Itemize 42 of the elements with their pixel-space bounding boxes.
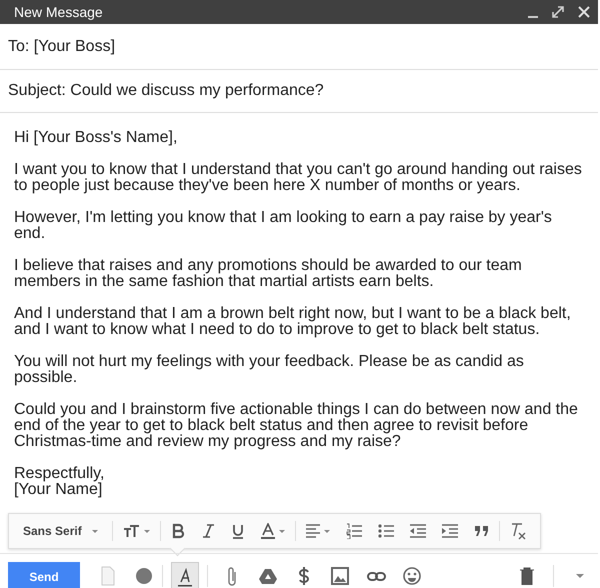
send-button[interactable]: Send [8, 562, 80, 588]
message-paragraph: Could you and I brainstorm five actionable things I can do between now and the end of the year to get to black belt status and then agree to revisit before Christmas-time and review my progress and my raise? [14, 402, 579, 450]
subject-field[interactable]: Subject: Could we discuss my performance? [0, 70, 598, 113]
align-icon[interactable] [306, 523, 320, 539]
caret-icon [92, 530, 98, 532]
drive-icon[interactable] [259, 568, 277, 584]
caret-icon[interactable] [144, 530, 150, 532]
bold-icon[interactable] [170, 523, 185, 539]
image-icon[interactable] [331, 567, 349, 585]
window-title: New Message [14, 4, 104, 20]
indent-less-icon[interactable] [410, 523, 426, 539]
text-color-icon[interactable] [260, 523, 275, 539]
message-paragraph: Respectfully, [Your Name] [14, 466, 106, 498]
clear-formatting-icon[interactable] [510, 522, 526, 540]
message-paragraph: You will not hurt my feelings with your feedback. Please be as candid as possible. [14, 354, 525, 386]
message-paragraph: However, I'm letting you know that I am looking to earn a pay raise by year's end. [14, 210, 553, 242]
trash-icon[interactable] [520, 567, 534, 585]
more-options-icon[interactable] [576, 574, 584, 578]
numbered-list-icon[interactable] [346, 523, 362, 539]
message-paragraph: I want you to know that I understand that you can't go around handing out raises to people just because they've been here X number of months or years. [14, 162, 583, 194]
underline-icon[interactable] [230, 522, 245, 540]
quote-icon[interactable] [474, 523, 489, 539]
expand-icon[interactable] [552, 6, 564, 18]
link-icon[interactable] [366, 570, 386, 582]
paperclip-icon[interactable] [226, 566, 238, 586]
italic-icon[interactable] [200, 523, 215, 539]
caret-icon[interactable] [278, 530, 285, 532]
bulleted-list-icon[interactable] [378, 523, 394, 539]
close-icon[interactable] [578, 6, 590, 18]
caret-icon[interactable] [324, 530, 330, 532]
recipient-field[interactable]: To: [Your Boss] [0, 24, 598, 70]
text-size-icon[interactable] [122, 523, 140, 539]
message-paragraph: Hi [Your Boss's Name], [14, 130, 178, 146]
dollar-icon[interactable] [296, 567, 312, 585]
text-format-icon [177, 568, 193, 586]
formatting-toggle-button[interactable] [171, 562, 199, 588]
font-dropdown[interactable]: Sans Serif [19, 524, 102, 538]
emoji-icon[interactable] [403, 567, 421, 585]
message-paragraph: And I understand that I am a brown belt right now, but I want to be a black belt, and I want to know what I need to do to improve to get to black belt status. [14, 306, 572, 338]
circle-icon[interactable] [135, 567, 153, 585]
indent-more-icon[interactable] [442, 523, 458, 539]
message-paragraph: I believe that raises and any promotions should be awarded to our team members in the same fashion that martial artists earn belts. [14, 258, 523, 290]
